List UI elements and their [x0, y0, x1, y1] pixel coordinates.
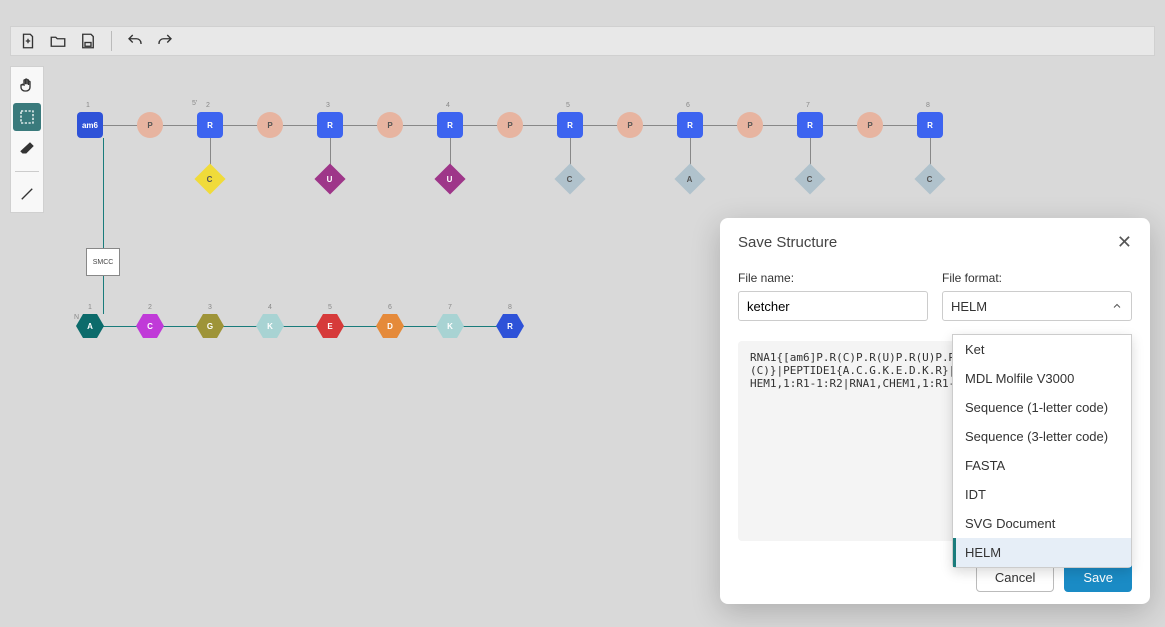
fileformat-dropdown: KetMDL Molfile V3000Sequence (1-letter c…: [952, 334, 1132, 568]
node-index: 1: [88, 304, 92, 311]
phosphate-node[interactable]: P: [137, 112, 163, 138]
rectangle-select-button[interactable]: [13, 103, 41, 131]
phosphate-node[interactable]: P: [257, 112, 283, 138]
format-option[interactable]: SVG Document: [953, 509, 1131, 538]
fileformat-label: File format:: [942, 271, 1132, 285]
peptide-node[interactable]: A: [76, 314, 104, 338]
open-file-button[interactable]: [47, 30, 69, 52]
peptide-node[interactable]: G: [196, 314, 224, 338]
format-option[interactable]: Ket: [953, 335, 1131, 364]
ribose-node[interactable]: R: [677, 112, 703, 138]
base-node[interactable]: C: [554, 163, 585, 194]
chevron-up-icon: [1111, 300, 1123, 312]
base-node[interactable]: C: [194, 163, 225, 194]
phosphate-node[interactable]: P: [737, 112, 763, 138]
peptide-node[interactable]: E: [316, 314, 344, 338]
eraser-tool-button[interactable]: [13, 135, 41, 163]
node-index: 2: [206, 102, 210, 109]
chem-node-smcc[interactable]: SMCC: [86, 248, 120, 276]
node-index: 8: [508, 304, 512, 311]
node-index: 6: [388, 304, 392, 311]
format-option[interactable]: MDL Molfile V3000: [953, 364, 1131, 393]
node-index: 7: [806, 102, 810, 109]
hand-tool-button[interactable]: [13, 71, 41, 99]
ribose-node[interactable]: R: [917, 112, 943, 138]
format-option[interactable]: FASTA: [953, 451, 1131, 480]
new-file-button[interactable]: [17, 30, 39, 52]
close-icon[interactable]: ✕: [1117, 232, 1132, 253]
base-node[interactable]: A: [674, 163, 705, 194]
filename-input[interactable]: [738, 291, 928, 321]
base-edge: [930, 138, 931, 166]
peptide-n-label: N: [74, 314, 79, 321]
top-toolbar: [10, 26, 1155, 56]
format-option[interactable]: HELM: [953, 538, 1131, 567]
base-node[interactable]: C: [794, 163, 825, 194]
linker-edge-2: [103, 276, 104, 314]
filename-label: File name:: [738, 271, 928, 285]
base-edge: [210, 138, 211, 166]
base-node[interactable]: U: [314, 163, 345, 194]
base-edge: [450, 138, 451, 166]
base-node[interactable]: U: [434, 163, 465, 194]
bond-tool-button[interactable]: [13, 180, 41, 208]
ribose-node[interactable]: R: [437, 112, 463, 138]
peptide-node[interactable]: C: [136, 314, 164, 338]
node-index: 2: [148, 304, 152, 311]
base-edge: [810, 138, 811, 166]
phosphate-node[interactable]: P: [857, 112, 883, 138]
format-option[interactable]: IDT: [953, 480, 1131, 509]
node-index: 1: [86, 102, 90, 109]
save-file-button[interactable]: [77, 30, 99, 52]
peptide-node[interactable]: D: [376, 314, 404, 338]
node-index: 5: [328, 304, 332, 311]
fileformat-select[interactable]: HELM: [942, 291, 1132, 321]
save-structure-dialog: Save Structure ✕ File name: File format:…: [720, 218, 1150, 604]
phosphate-node[interactable]: P: [497, 112, 523, 138]
phosphate-node[interactable]: P: [617, 112, 643, 138]
base-node[interactable]: C: [914, 163, 945, 194]
node-index: 4: [268, 304, 272, 311]
node-index: 3: [208, 304, 212, 311]
redo-button[interactable]: [154, 30, 176, 52]
undo-button[interactable]: [124, 30, 146, 52]
ribose-node[interactable]: R: [197, 112, 223, 138]
base-edge: [330, 138, 331, 166]
ribose-node[interactable]: R: [797, 112, 823, 138]
base-edge: [690, 138, 691, 166]
node-index: 6: [686, 102, 690, 109]
peptide-node[interactable]: K: [436, 314, 464, 338]
dialog-title: Save Structure: [738, 234, 837, 251]
node-index: 7: [448, 304, 452, 311]
ribose-node[interactable]: R: [317, 112, 343, 138]
phosphate-node[interactable]: P: [377, 112, 403, 138]
node-index: 3: [326, 102, 330, 109]
monomer-node-am6[interactable]: am6: [77, 112, 103, 138]
rna-5prime-label: 5': [192, 100, 197, 107]
node-index: 8: [926, 102, 930, 109]
ribose-node[interactable]: R: [557, 112, 583, 138]
node-index: 4: [446, 102, 450, 109]
node-index: 5: [566, 102, 570, 109]
format-option[interactable]: Sequence (1-letter code): [953, 393, 1131, 422]
peptide-node[interactable]: K: [256, 314, 284, 338]
base-edge: [570, 138, 571, 166]
format-option[interactable]: Sequence (3-letter code): [953, 422, 1131, 451]
linker-edge-1: [103, 138, 104, 248]
peptide-node[interactable]: R: [496, 314, 524, 338]
left-sidebar: [10, 66, 44, 213]
